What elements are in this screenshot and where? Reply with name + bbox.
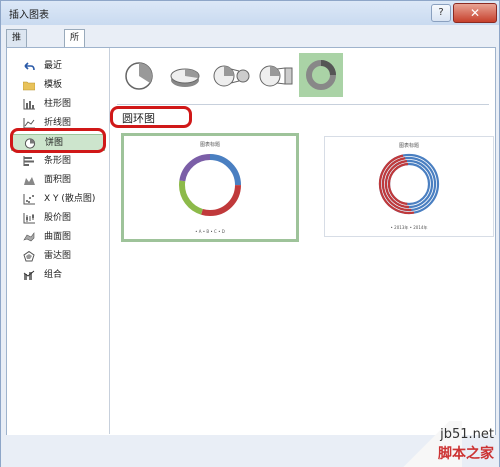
3d-pie-icon xyxy=(170,68,200,87)
sidebar-item-bar[interactable]: 条形图 xyxy=(11,153,105,170)
stock-chart-icon xyxy=(23,213,35,224)
surface-chart-icon xyxy=(23,232,35,242)
doughnut-preview-graphic xyxy=(179,154,241,216)
sidebar-item-label: X Y (散点图) xyxy=(44,194,96,204)
scatter-chart-icon xyxy=(23,194,35,205)
divider xyxy=(117,104,489,105)
sidebar-item-stock[interactable]: 股价图 xyxy=(11,210,105,227)
annotation-highlight-heading xyxy=(110,106,192,128)
sidebar-item-scatter[interactable]: X Y (散点图) xyxy=(11,191,105,208)
sidebar-item-area[interactable]: 面积图 xyxy=(11,172,105,189)
sidebar-item-label: 条形图 xyxy=(44,156,72,166)
preview-legend: • 2013年 • 2014年 xyxy=(390,225,428,230)
watermark-name: 脚本之家 xyxy=(438,446,494,462)
sidebar-item-label: 股价图 xyxy=(44,213,72,223)
pie-icon xyxy=(125,62,153,90)
chart-preview-1[interactable]: 图表标题 • A • B • C • D xyxy=(121,133,299,242)
tab-all-charts[interactable]: 所有图表 xyxy=(64,29,86,94)
sidebar-item-radar[interactable]: 雷达图 xyxy=(11,248,105,265)
subtype-3d-pie[interactable] xyxy=(165,56,205,96)
subtype-pie[interactable] xyxy=(119,56,159,96)
title-bar: 插入图表 ? ✕ xyxy=(1,1,499,25)
sidebar-item-label: 最近 xyxy=(44,61,63,71)
sidebar-item-recent[interactable]: 最近 xyxy=(11,58,105,75)
area-chart-icon xyxy=(24,177,35,185)
sidebar-item-combo[interactable]: 组合 xyxy=(11,267,105,284)
subtype-doughnut[interactable] xyxy=(299,53,343,97)
watermark: jb51.net 脚本之家 xyxy=(392,421,500,467)
chart-type-sidebar: 最近 模板 柱形图 折线图 饼图 条形图 面积图 X Y (散点图) 股价图 曲… xyxy=(7,48,110,434)
sidebar-item-label: 组合 xyxy=(44,270,63,280)
bar-chart-icon xyxy=(23,156,34,166)
insert-chart-dialog: 插入图表 ? ✕ 推荐的图表 所有图表 最近 模板 柱形图 折线图 xyxy=(0,0,500,467)
chart-preview-2[interactable]: 图表标题 • 2013年 • 2014年 xyxy=(324,136,494,237)
preview-legend: • A • B • C • D xyxy=(195,229,225,234)
subtype-bar-of-pie[interactable] xyxy=(257,56,297,96)
preview-title: 图表标题 xyxy=(199,142,220,148)
sidebar-item-label: 模板 xyxy=(44,80,63,90)
undo-icon xyxy=(24,62,35,71)
sidebar-item-label: 面积图 xyxy=(44,175,72,185)
tab-recommended-charts[interactable]: 推荐的图表 xyxy=(6,29,28,111)
doughnut-icon xyxy=(306,60,336,90)
watermark-site: jb51.net xyxy=(440,427,494,442)
multi-doughnut-preview-graphic xyxy=(378,153,440,215)
subtype-pie-of-pie[interactable] xyxy=(211,56,251,96)
sidebar-item-surface[interactable]: 曲面图 xyxy=(11,229,105,246)
sidebar-item-label: 柱形图 xyxy=(44,99,72,109)
sidebar-item-column[interactable]: 柱形图 xyxy=(11,96,105,113)
radar-chart-icon xyxy=(23,251,35,262)
annotation-highlight-pie xyxy=(10,128,106,153)
column-chart-icon xyxy=(23,99,35,110)
combo-chart-icon xyxy=(23,270,35,280)
sidebar-item-label: 曲面图 xyxy=(44,232,72,242)
bar-of-pie-icon xyxy=(259,65,293,87)
close-button[interactable]: ✕ xyxy=(453,3,497,23)
dialog-title: 插入图表 xyxy=(9,10,49,21)
sidebar-item-label: 雷达图 xyxy=(44,251,72,261)
sidebar-item-templates[interactable]: 模板 xyxy=(11,77,105,94)
pie-of-pie-icon xyxy=(213,65,250,87)
help-button[interactable]: ? xyxy=(431,4,451,22)
content-panel: 最近 模板 柱形图 折线图 饼图 条形图 面积图 X Y (散点图) 股价图 曲… xyxy=(6,47,496,437)
preview-title: 图表标题 xyxy=(398,143,419,149)
folder-icon xyxy=(23,81,35,91)
